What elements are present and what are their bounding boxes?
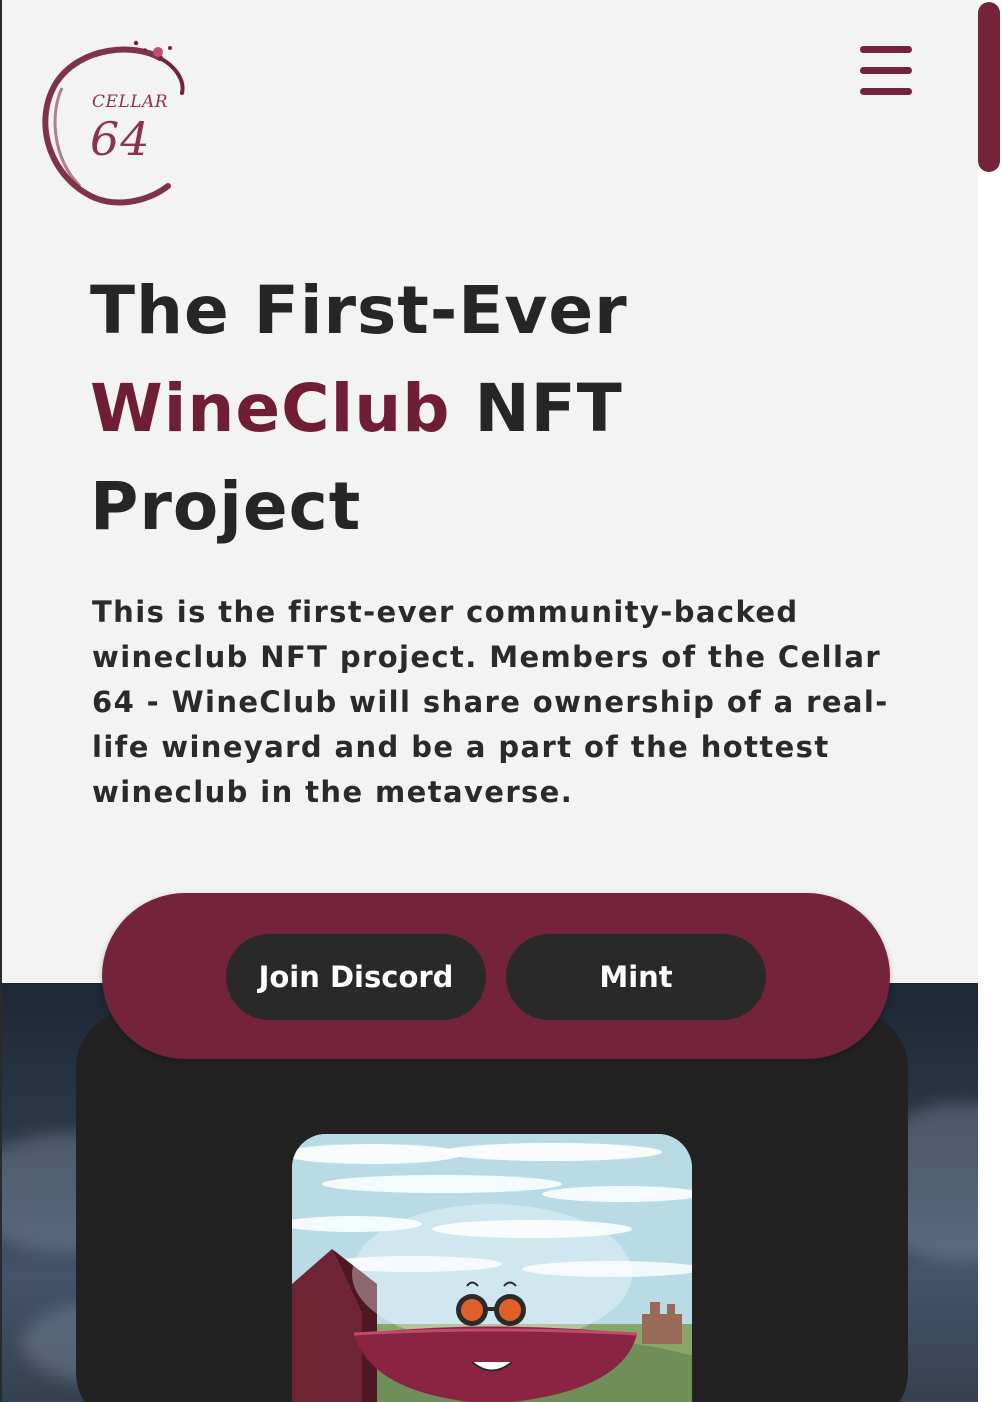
- hero-title: The First-Ever WineClub NFT Project: [90, 262, 890, 556]
- join-discord-button[interactable]: Join Discord: [226, 934, 486, 1020]
- cta-container: [102, 893, 890, 1059]
- wine-glass-character-artwork: [292, 1134, 692, 1402]
- hero-title-accent: WineClub: [90, 370, 451, 447]
- hero-title-line3: Project: [90, 468, 362, 545]
- menu-bar-icon: [860, 67, 912, 74]
- menu-bar-icon: [860, 46, 912, 53]
- hero-title-line2: NFT: [450, 370, 623, 447]
- hero-title-line1: The First-Ever: [90, 272, 628, 349]
- scrollbar-thumb[interactable]: [978, 2, 1000, 172]
- page-viewport: CELLAR 64 The First-Ever WineClub NFT Pr…: [0, 0, 978, 1402]
- menu-bar-icon: [860, 88, 912, 95]
- logo-text-number: 64: [90, 112, 151, 166]
- nft-preview-image: [292, 1134, 692, 1402]
- hero-description: This is the first-ever community-backed …: [92, 595, 889, 809]
- hamburger-menu-button[interactable]: [858, 44, 914, 96]
- mint-button[interactable]: Mint: [506, 934, 766, 1020]
- scrollbar-track[interactable]: [978, 0, 1002, 1402]
- logo-text-cellar: CELLAR: [92, 92, 169, 112]
